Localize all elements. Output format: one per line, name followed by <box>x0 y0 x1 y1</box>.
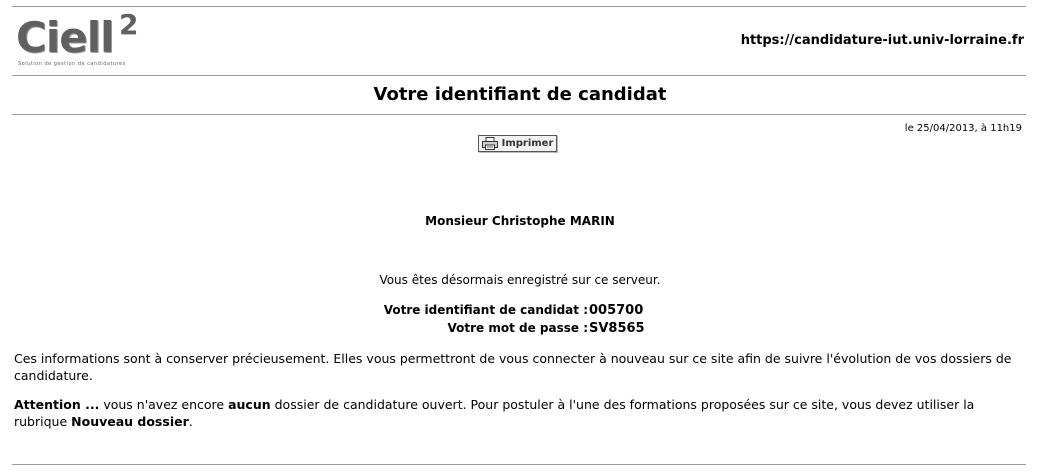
attention-label: Attention ... <box>14 397 100 412</box>
candidate-id-value: 005700 <box>589 303 644 318</box>
ciell2-logo: Ciell 2 Solution de gestion de candidatu… <box>16 8 146 70</box>
new-folder-link[interactable]: Nouveau dossier <box>71 414 189 429</box>
candidate-id-label: Votre identifiant de candidat : <box>383 303 588 317</box>
date-stamp: le 25/04/2013, à 11h19 <box>904 123 1022 134</box>
top-divider <box>12 6 1026 7</box>
registration-message: Vous êtes désormais enregistré sur ce se… <box>379 273 661 287</box>
printer-icon <box>481 137 498 150</box>
bottom-divider <box>12 464 1026 465</box>
attention-paragraph: Attention ... vous n'avez encore aucun d… <box>14 396 1024 430</box>
page-title: Votre identifiant de candidat <box>373 84 667 105</box>
attention-end: . <box>188 414 193 429</box>
logo-superscript: 2 <box>119 8 139 41</box>
candidate-name: Monsieur Christophe MARIN <box>425 214 615 228</box>
print-button-label: Imprimer <box>501 138 554 149</box>
attention-emphasis: aucun <box>228 397 271 412</box>
logo-wordmark: Ciell <box>16 13 114 62</box>
attention-text-1: vous n'avez encore <box>99 397 229 412</box>
info-paragraph: Ces informations sont à conserver précie… <box>14 351 1012 383</box>
password-value: SV8565 <box>589 321 645 336</box>
candidate-id-row: Votre identifiant de candidat : 005700 <box>0 303 1040 319</box>
logo-tagline: Solution de gestion de candidatures <box>18 61 126 67</box>
password-row: Votre mot de passe : SV8565 <box>0 321 1040 337</box>
title-divider <box>12 114 1026 115</box>
site-url: https://candidature-iut.univ-lorraine.fr <box>740 33 1024 48</box>
password-label: Votre mot de passe : <box>447 321 588 335</box>
print-button[interactable]: Imprimer <box>478 135 557 152</box>
header-divider <box>12 75 1026 76</box>
